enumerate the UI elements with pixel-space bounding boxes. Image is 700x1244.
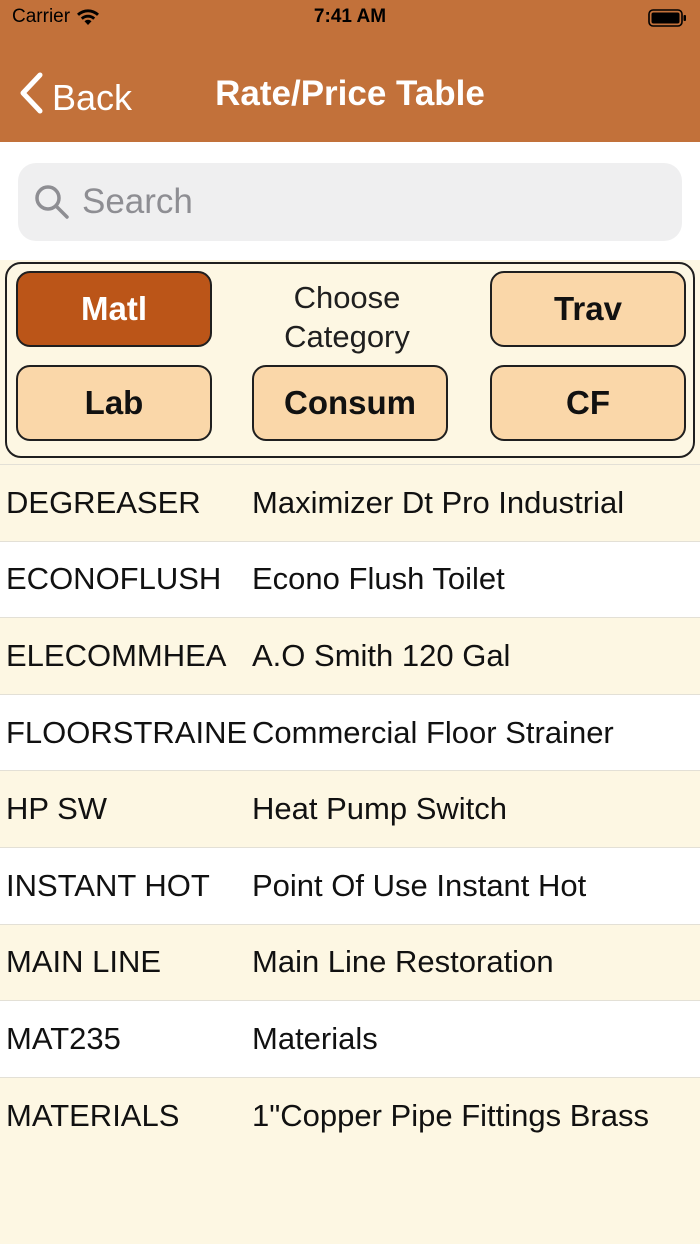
page-title: Rate/Price Table bbox=[215, 74, 485, 113]
item-description: Point Of Use Instant Hot bbox=[252, 867, 587, 903]
item-code: MAT235 bbox=[6, 1020, 121, 1056]
header: Carrier 7:41 AM Back Rate/Price Table bbox=[0, 0, 700, 142]
choose-category-label: Choose Category bbox=[284, 280, 410, 354]
category-button-trav[interactable]: Trav bbox=[490, 271, 686, 347]
item-code: MAIN LINE bbox=[6, 944, 162, 980]
search-icon bbox=[34, 184, 70, 220]
table-row[interactable]: HP SW Heat Pump Switch bbox=[0, 770, 700, 847]
rate-table: DEGREASER Maximizer Dt Pro Industrial EC… bbox=[0, 464, 700, 1154]
status-bar: Carrier 7:41 AM bbox=[0, 0, 700, 36]
table-row[interactable]: MATERIALS 1"Copper Pipe Fittings Brass bbox=[0, 1076, 700, 1154]
item-code: MATERIALS bbox=[6, 1097, 180, 1133]
table-row[interactable]: MAT235 Materials bbox=[0, 1000, 700, 1077]
item-description: Commercial Floor Strainer bbox=[252, 714, 614, 750]
category-button-label: CF bbox=[566, 384, 610, 421]
item-description: A.O Smith 120 Gal bbox=[252, 637, 511, 673]
item-description: Heat Pump Switch bbox=[252, 791, 507, 827]
item-code: ECONOFLUSH bbox=[6, 561, 222, 597]
item-code: FLOORSTRAINE bbox=[6, 714, 246, 750]
item-description: Materials bbox=[252, 1020, 378, 1056]
category-button-consum[interactable]: Consum bbox=[252, 365, 448, 441]
category-button-label: Lab bbox=[84, 384, 144, 421]
item-code: ELECOMMHEA bbox=[6, 637, 227, 673]
item-description: 1"Copper Pipe Fittings Brass bbox=[252, 1097, 649, 1133]
item-description: Main Line Restoration bbox=[252, 944, 554, 980]
category-button-cf[interactable]: CF bbox=[490, 365, 686, 441]
category-button-lab[interactable]: Lab bbox=[16, 365, 212, 441]
table-row[interactable]: ECONOFLUSH Econo Flush Toilet bbox=[0, 540, 700, 618]
table-row[interactable]: FLOORSTRAINE Commercial Floor Strainer bbox=[0, 693, 700, 771]
table-row[interactable]: INSTANT HOT Point Of Use Instant Hot bbox=[0, 846, 700, 924]
category-panel: Matl Choose Category Trav Lab Consum CF bbox=[5, 262, 695, 458]
item-code: DEGREASER bbox=[6, 484, 201, 520]
category-button-label: Consum bbox=[284, 384, 416, 421]
item-code: HP SW bbox=[6, 791, 108, 827]
category-button-label: Trav bbox=[554, 290, 622, 327]
category-button-matl[interactable]: Matl bbox=[16, 271, 212, 347]
battery-icon bbox=[648, 9, 688, 33]
nav-bar: Back Rate/Price Table bbox=[0, 52, 700, 136]
category-button-label: Matl bbox=[81, 290, 147, 327]
table-row[interactable]: DEGREASER Maximizer Dt Pro Industrial bbox=[0, 464, 700, 541]
status-time: 7:41 AM bbox=[313, 6, 387, 27]
search-input[interactable] bbox=[82, 182, 642, 222]
item-description: Maximizer Dt Pro Industrial bbox=[252, 484, 625, 520]
table-row[interactable]: MAIN LINE Main Line Restoration bbox=[0, 923, 700, 1001]
item-code: INSTANT HOT bbox=[6, 867, 210, 903]
bottom-edge bbox=[0, 1240, 700, 1244]
search-bar[interactable] bbox=[18, 163, 682, 241]
search-area bbox=[0, 142, 700, 260]
table-row[interactable]: ELECOMMHEA A.O Smith 120 Gal bbox=[0, 617, 700, 694]
item-description: Econo Flush Toilet bbox=[252, 561, 505, 597]
